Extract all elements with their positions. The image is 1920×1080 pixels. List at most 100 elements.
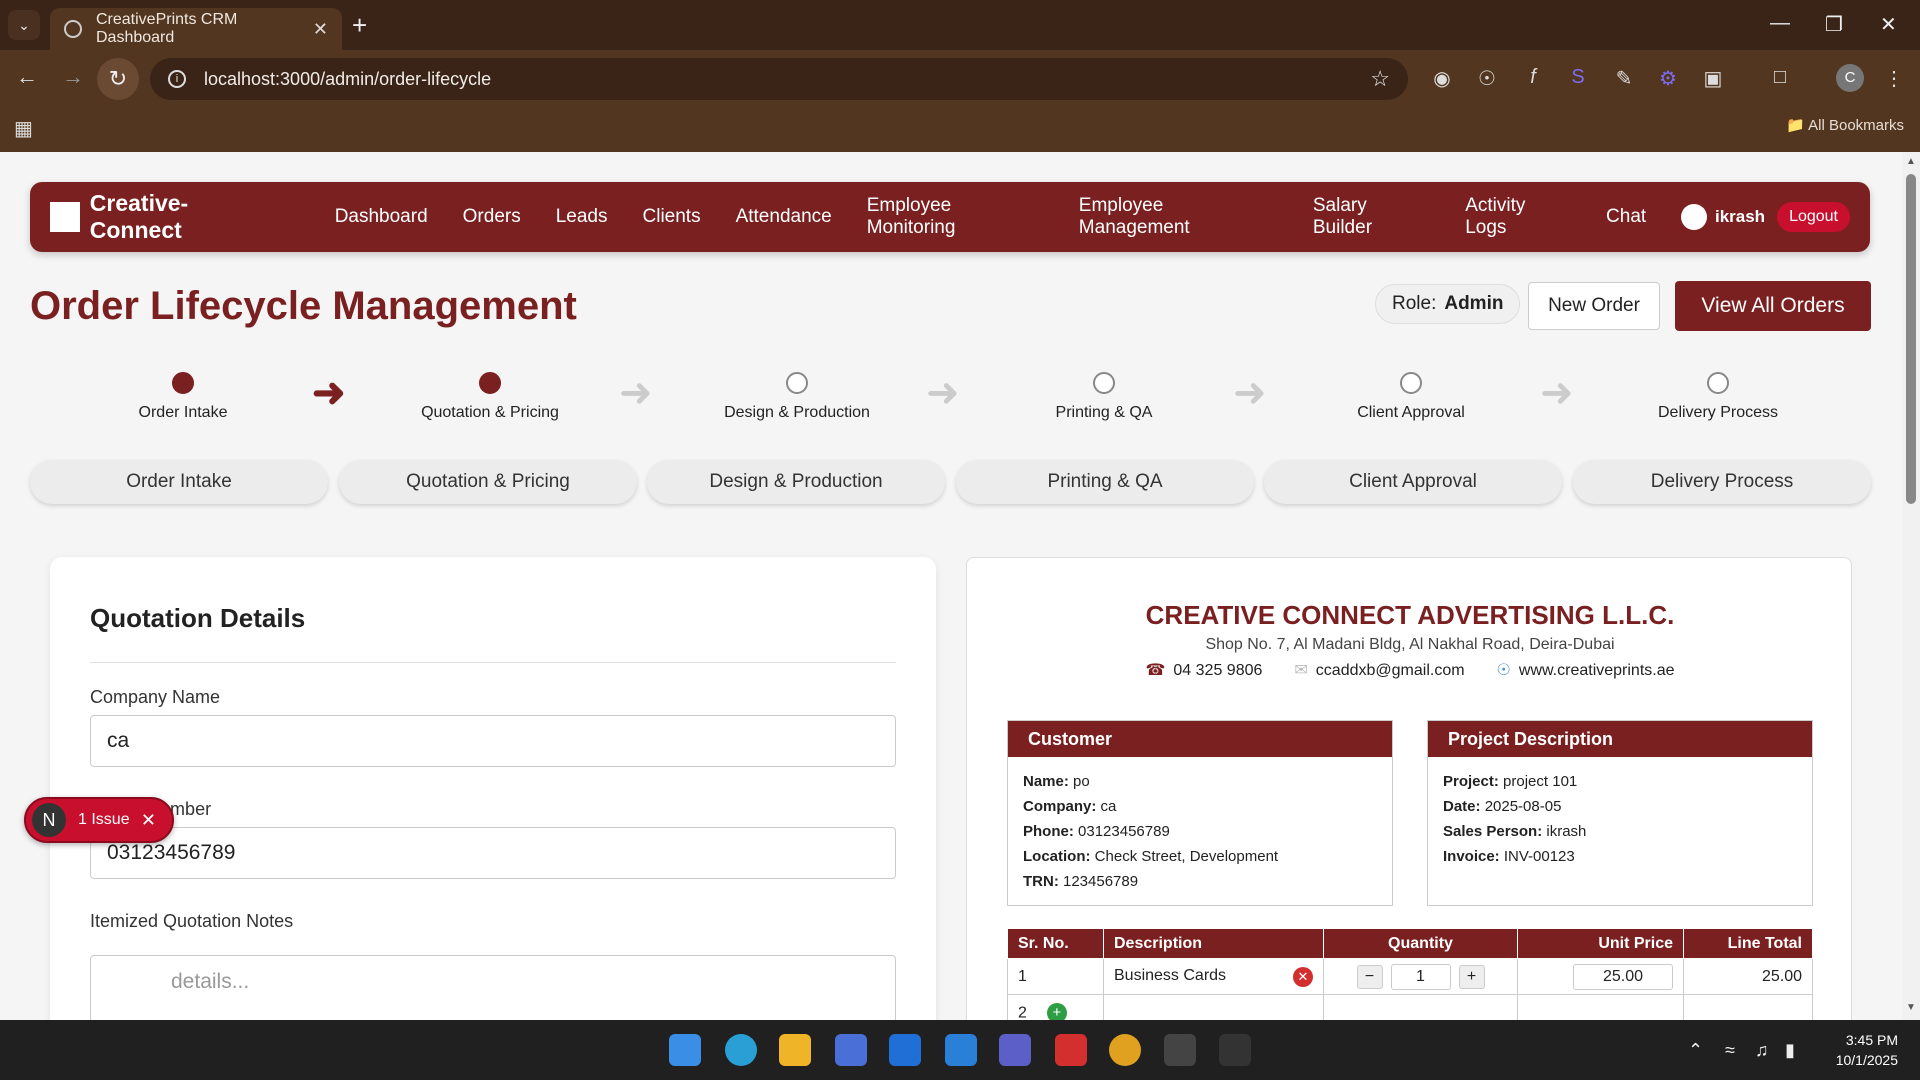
nav-chat[interactable]: Chat [1606,206,1646,228]
cell-description[interactable] [1103,994,1324,1020]
browser-tab[interactable]: CreativePrints CRM Dashboard ✕ [50,8,342,50]
step-client-approval[interactable]: Client Approval [1311,372,1511,422]
tab-quotation-pricing[interactable]: Quotation & Pricing [339,460,637,504]
restore-icon[interactable]: ❐ [1825,12,1843,37]
new-tab-icon[interactable]: + [352,10,367,41]
terminal-icon[interactable] [1164,1034,1196,1066]
user-name: ikrash [1714,207,1766,226]
minimize-icon[interactable]: — [1770,12,1790,35]
company-name-input[interactable]: ca [90,715,896,767]
brand-name[interactable]: Creative-Connect [90,190,279,244]
wps-icon[interactable] [1055,1034,1087,1066]
phone-number-input[interactable]: 03123456789 [90,827,896,879]
cell-line-total [1683,994,1813,1020]
puzzle-icon[interactable]: ▣ [1701,66,1725,90]
step-dot [1093,372,1115,394]
role-label: Role: [1392,293,1437,314]
chevron-up-icon[interactable]: ⌃ [1688,1040,1703,1061]
step-delivery-process[interactable]: Delivery Process [1618,372,1818,422]
field-label: Project: [1443,773,1499,790]
close-issue-icon[interactable]: ✕ [141,810,156,831]
forward-icon[interactable]: → [62,64,84,90]
tab-design-production[interactable]: Design & Production [647,460,945,504]
wifi-icon[interactable]: ≈ [1725,1040,1735,1061]
nav-clients[interactable]: Clients [643,206,701,228]
tab-search-icon[interactable]: ⌄ [8,10,40,40]
nav-orders[interactable]: Orders [463,206,521,228]
extension-gear-icon[interactable]: ⚙ [1656,66,1680,90]
page-scrollbar[interactable]: ▲ ▼ [1902,152,1920,1020]
step-printing-qa[interactable]: Printing & QA [1004,372,1204,422]
edge-icon[interactable] [725,1034,757,1066]
app-icon[interactable] [1219,1034,1251,1066]
view-all-orders-button[interactable]: View All Orders [1675,281,1871,331]
nav-attendance[interactable]: Attendance [736,206,832,228]
nav-dashboard[interactable]: Dashboard [335,206,428,228]
apps-grid-icon[interactable]: ▦ [14,116,33,141]
remove-item-icon[interactable]: ✕ [1293,966,1313,987]
formula-icon[interactable]: f [1521,66,1545,90]
step-quotation-pricing[interactable]: Quotation & Pricing [390,372,590,422]
windows-start-icon[interactable] [669,1034,701,1066]
window-close-icon[interactable]: ✕ [1880,12,1897,37]
camera-icon[interactable]: ◉ [1430,66,1454,90]
site-info-icon[interactable]: i [168,70,186,88]
scroll-down-icon[interactable]: ▼ [1906,1002,1916,1013]
battery-icon[interactable]: ▮ [1785,1040,1795,1061]
decrement-button[interactable]: − [1356,964,1383,989]
col-line-total: Line Total [1683,928,1813,959]
tab-printing-qa[interactable]: Printing & QA [956,460,1254,504]
logout-button[interactable]: Logout [1777,202,1850,232]
field-label: Name: [1023,773,1069,790]
unit-price-input[interactable]: 25.00 [1573,963,1673,990]
project-heading: Project Description [1428,721,1812,757]
back-icon[interactable]: ← [16,64,38,90]
system-clock[interactable]: 3:45 PM 10/1/2025 [1836,1030,1898,1070]
customer-location-row: Location: Check Street, Development [1008,844,1392,869]
add-item-icon[interactable]: + [1046,1002,1067,1020]
col-sr-no: Sr. No. [1007,928,1104,959]
menu-dots-icon[interactable]: ⋮ [1882,66,1906,90]
arrow-right-icon: ➜ [312,371,346,415]
contact-phone-text: 04 325 9806 [1173,662,1263,679]
step-order-intake[interactable]: Order Intake [83,372,283,422]
profile-avatar[interactable]: C [1836,64,1864,92]
compass-icon[interactable]: ☉ [1475,66,1499,90]
new-order-button[interactable]: New Order [1528,282,1660,330]
tab-title: CreativePrints CRM Dashboard [96,11,238,46]
address-bar[interactable]: i localhost:3000/admin/order-lifecycle ☆ [150,58,1408,100]
issue-badge[interactable]: N 1 Issue ✕ [24,797,174,843]
file-explorer-icon[interactable] [779,1034,811,1066]
vscode-icon[interactable] [945,1034,977,1066]
scroll-up-icon[interactable]: ▲ [1906,156,1916,167]
chrome-icon[interactable] [1109,1034,1141,1066]
scroll-thumb[interactable] [1906,174,1916,504]
step-design-production[interactable]: Design & Production [697,372,897,422]
eyedropper-icon[interactable]: ✎ [1612,66,1636,90]
bookmark-star-icon[interactable]: ☆ [1370,66,1390,92]
tab-order-intake[interactable]: Order Intake [30,460,328,504]
nav-salary-builder[interactable]: Salary Builder [1313,195,1430,239]
quotation-notes-textarea[interactable]: details... [90,955,896,1020]
nav-employee-monitoring[interactable]: Employee Monitoring [867,195,1044,239]
cell-description[interactable]: Business Cards ✕ [1103,958,1324,995]
all-bookmarks[interactable]: 📁 All Bookmarks [1786,116,1904,134]
reload-icon[interactable]: ↻ [97,58,139,100]
nav-leads[interactable]: Leads [556,206,608,228]
tab-client-approval[interactable]: Client Approval [1264,460,1562,504]
nav-employee-management[interactable]: Employee Management [1079,195,1278,239]
increment-button[interactable]: + [1458,964,1485,989]
step-dot [479,372,501,394]
teams-icon[interactable] [999,1034,1031,1066]
field-value: INV-00123 [1503,848,1575,865]
screenshot-icon[interactable]: □ [1768,66,1792,90]
outlook-icon[interactable] [889,1034,921,1066]
extension-s-icon[interactable]: S [1566,66,1590,90]
clock-date: 10/1/2025 [1835,1052,1898,1068]
store-icon[interactable] [835,1034,867,1066]
volume-icon[interactable]: ♫ [1755,1040,1769,1061]
close-icon[interactable]: ✕ [313,19,328,40]
nav-activity-logs[interactable]: Activity Logs [1465,195,1571,239]
quantity-input[interactable]: 1 [1390,963,1451,990]
tab-delivery-process[interactable]: Delivery Process [1573,460,1871,504]
